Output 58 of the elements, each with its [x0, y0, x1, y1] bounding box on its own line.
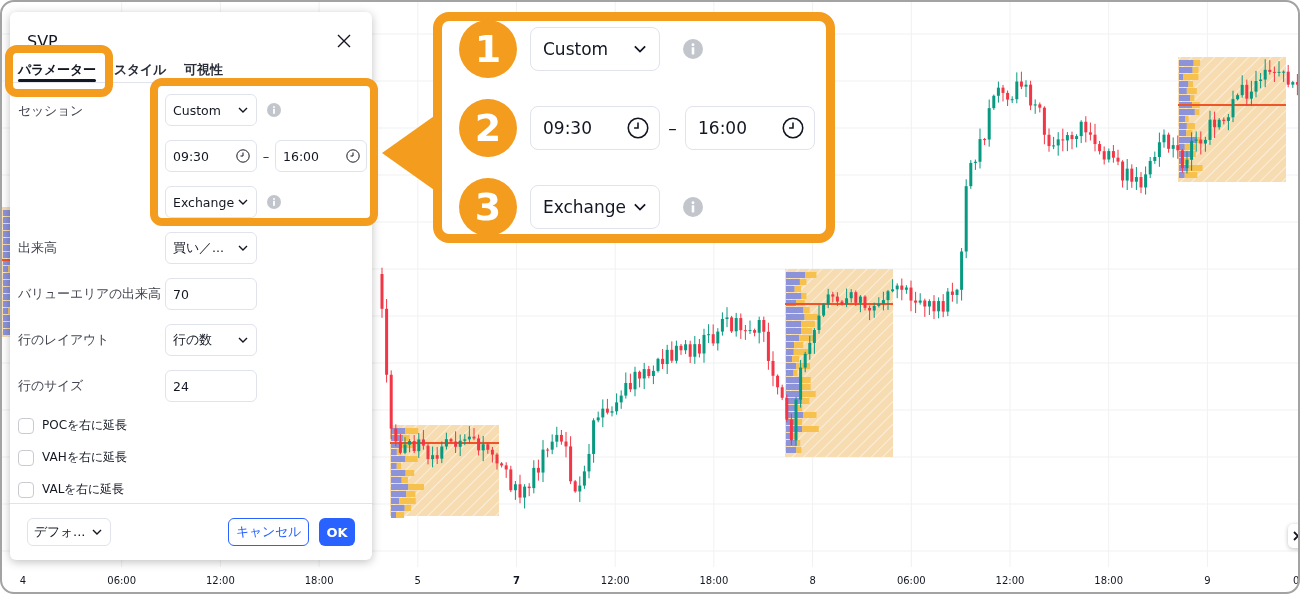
- axis-label: 18:00: [1094, 575, 1124, 586]
- clock-icon: [782, 116, 804, 139]
- checkbox-label: VAHを右に延長: [42, 449, 127, 466]
- checkbox[interactable]: [18, 449, 34, 466]
- clock-icon: [236, 149, 250, 163]
- defaults-dropdown[interactable]: デフォ...: [27, 518, 111, 546]
- axis-label: 18:00: [699, 575, 729, 586]
- axis-label: 5: [414, 575, 421, 586]
- checkbox-label: POCを右に延長: [42, 417, 128, 434]
- axis-label: 4: [19, 575, 27, 586]
- input-field[interactable]: 70: [165, 278, 257, 310]
- axis-label: 8: [809, 575, 816, 586]
- start-time-field[interactable]: 09:30: [530, 105, 660, 150]
- range-dash: –: [261, 148, 271, 164]
- end-time-field[interactable]: 16:00: [685, 105, 815, 150]
- tab[interactable]: スタイル: [114, 54, 166, 82]
- dropdown[interactable]: Exchange: [530, 184, 660, 229]
- axis-label: 12:00: [995, 575, 1025, 586]
- info-icon[interactable]: [683, 196, 703, 217]
- session-dropdown[interactable]: Custom: [165, 94, 257, 126]
- info-icon[interactable]: [267, 103, 281, 117]
- step-number-badge: 2: [459, 98, 517, 157]
- dropdown[interactable]: 買い／...: [165, 232, 257, 264]
- axis-label: 0: [1293, 575, 1298, 586]
- ok-button[interactable]: OK: [319, 518, 355, 546]
- step-number-badge: 3: [459, 177, 517, 236]
- tab[interactable]: パラメーター: [18, 54, 96, 82]
- cancel-button[interactable]: キャンセル: [228, 518, 309, 546]
- checkbox-label: VALを右に延長: [42, 481, 125, 498]
- input-field[interactable]: 24: [165, 370, 257, 402]
- range-dash: –: [667, 117, 678, 138]
- field-label: バリューエリアの出来高: [18, 285, 162, 303]
- dropdown[interactable]: 行の数: [165, 324, 257, 356]
- start-time-field[interactable]: 09:30: [165, 140, 257, 172]
- close-icon[interactable]: [336, 33, 352, 49]
- axis-label: 12:00: [600, 575, 630, 586]
- info-icon[interactable]: [267, 195, 281, 209]
- end-time-field[interactable]: 16:00: [275, 140, 367, 172]
- timezone-dropdown[interactable]: Exchange: [165, 186, 257, 218]
- chevron-right-icon: [1292, 531, 1298, 541]
- dropdown[interactable]: Custom: [530, 26, 660, 71]
- clock-icon: [346, 149, 360, 163]
- field-label: セッション: [18, 102, 84, 120]
- axis-label: 9: [1204, 575, 1211, 586]
- checkbox[interactable]: [18, 481, 34, 498]
- axis-label: 7: [513, 575, 520, 586]
- field-label: 行のサイズ: [18, 377, 84, 395]
- field-label: 出来高: [18, 239, 58, 257]
- step-number-badge: 1: [459, 19, 517, 78]
- clock-icon: [627, 116, 649, 139]
- axis-label: 18:00: [304, 575, 334, 586]
- axis-label: 06:00: [896, 575, 926, 586]
- axis-label: 06:00: [107, 575, 137, 586]
- field-label: 行のレイアウト: [18, 331, 110, 349]
- tab[interactable]: 可視性: [184, 54, 223, 82]
- checkbox[interactable]: [18, 417, 34, 434]
- info-icon[interactable]: [683, 38, 703, 59]
- axis-label: 12:00: [206, 575, 235, 586]
